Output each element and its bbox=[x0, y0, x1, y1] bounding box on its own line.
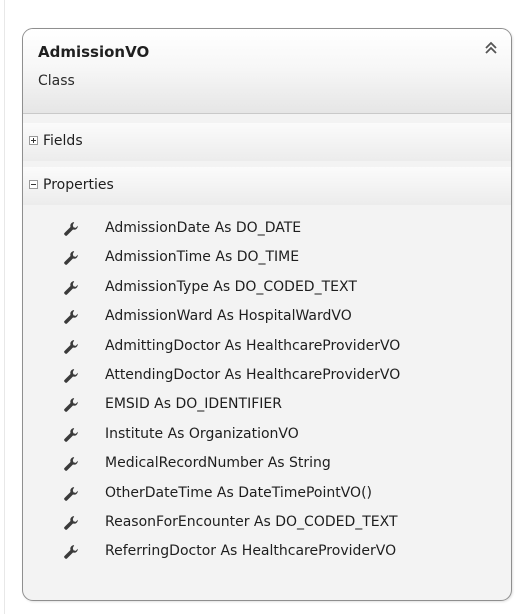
wrench-icon bbox=[63, 280, 79, 296]
property-label: ReferringDoctor As HealthcareProviderVO bbox=[105, 543, 397, 560]
property-label: AdmissionTime As DO_TIME bbox=[105, 249, 300, 266]
property-label: ReasonForEncounter As DO_CODED_TEXT bbox=[105, 513, 398, 530]
wrench-icon bbox=[63, 486, 79, 502]
property-label: AdmissionDate As DO_DATE bbox=[105, 220, 302, 236]
property-item[interactable]: OtherDateTime As DateTimePointVO() bbox=[23, 480, 511, 509]
wrench-icon bbox=[63, 544, 79, 560]
class-name: AdmissionVO bbox=[38, 43, 150, 61]
wrench-icon bbox=[63, 339, 79, 355]
property-item[interactable]: MedicalRecordNumber As String bbox=[23, 450, 511, 479]
properties-section-label: Properties bbox=[43, 177, 114, 193]
property-item[interactable]: AdmissionTime As DO_TIME bbox=[23, 244, 511, 273]
property-label: OtherDateTime As DateTimePointVO() bbox=[105, 484, 373, 501]
wrench-icon bbox=[63, 456, 79, 472]
property-item[interactable]: EMSID As DO_IDENTIFIER bbox=[23, 391, 511, 420]
wrench-icon bbox=[63, 250, 79, 266]
properties-section-header[interactable]: Properties bbox=[23, 167, 511, 205]
wrench-icon bbox=[63, 221, 79, 237]
wrench-icon bbox=[63, 397, 79, 413]
property-label: AttendingDoctor As HealthcareProviderVO bbox=[105, 366, 401, 383]
property-label: AdmissionWard As HospitalWardVO bbox=[105, 308, 352, 325]
wrench-icon bbox=[63, 368, 79, 384]
property-label: AdmissionType As DO_CODED_TEXT bbox=[105, 278, 357, 295]
expand-plus-icon[interactable] bbox=[29, 136, 38, 145]
property-item[interactable]: AttendingDoctor As HealthcareProviderVO bbox=[23, 362, 511, 391]
property-item[interactable]: ReasonForEncounter As DO_CODED_TEXT bbox=[23, 509, 511, 538]
fields-section-header[interactable]: Fields bbox=[23, 123, 511, 161]
property-item[interactable]: ReferringDoctor As HealthcareProviderVO bbox=[23, 538, 511, 567]
wrench-icon bbox=[63, 309, 79, 325]
property-label: EMSID As DO_IDENTIFIER bbox=[105, 396, 282, 413]
wrench-icon bbox=[63, 427, 79, 443]
collapse-minus-icon[interactable] bbox=[29, 180, 38, 189]
property-item[interactable]: Institute As OrganizationVO bbox=[23, 421, 511, 450]
class-kind-label: Class bbox=[38, 73, 75, 89]
property-item[interactable]: AdmissionWard As HospitalWardVO bbox=[23, 303, 511, 332]
property-item[interactable]: AdmissionType As DO_CODED_TEXT bbox=[23, 274, 511, 303]
property-label: MedicalRecordNumber As String bbox=[105, 455, 331, 472]
double-chevron-up-icon[interactable] bbox=[483, 40, 499, 56]
wrench-icon bbox=[63, 515, 79, 531]
fields-section-label: Fields bbox=[43, 133, 83, 149]
properties-list: AdmissionDate As DO_DATE AdmissionTime As… bbox=[23, 215, 511, 568]
class-shape[interactable]: AdmissionVO Class Fields Properties Admi… bbox=[22, 28, 512, 601]
left-margin-rule bbox=[4, 0, 5, 614]
property-item[interactable]: AdmittingDoctor As HealthcareProviderVO bbox=[23, 333, 511, 362]
property-label: AdmittingDoctor As HealthcareProviderVO bbox=[105, 337, 401, 354]
class-header: AdmissionVO Class bbox=[23, 29, 511, 114]
property-label: Institute As OrganizationVO bbox=[105, 425, 299, 442]
property-item[interactable]: AdmissionDate As DO_DATE bbox=[23, 215, 511, 244]
